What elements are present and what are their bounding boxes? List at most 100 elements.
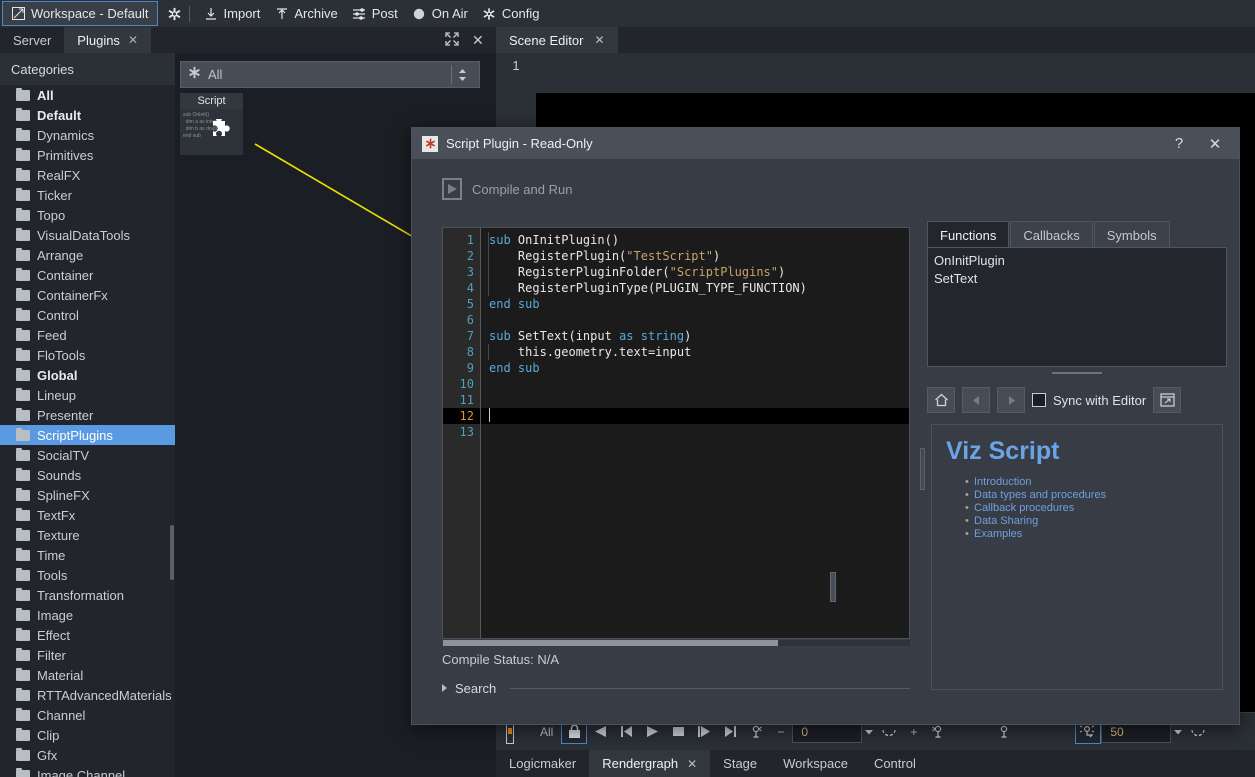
category-item-ticker[interactable]: Ticker (0, 185, 175, 205)
gear-asterisk-icon[interactable] (167, 6, 182, 21)
code-line-2[interactable]: RegisterPlugin("TestScript") (481, 248, 909, 264)
minus-button[interactable]: − (769, 725, 792, 739)
category-item-lineup[interactable]: Lineup (0, 385, 175, 405)
home-button[interactable] (927, 387, 955, 413)
code-line-8[interactable]: this.geometry.text=input (481, 344, 909, 360)
compile-and-run-button[interactable]: Compile and Run (442, 178, 572, 200)
inspector-tab-callbacks[interactable]: Callbacks (1010, 221, 1093, 248)
popout-window-icon[interactable] (1153, 387, 1182, 413)
category-item-material[interactable]: Material (0, 665, 175, 685)
bottom-tab-workspace[interactable]: Workspace (770, 750, 861, 777)
sync-with-editor-checkbox[interactable] (1032, 393, 1046, 407)
search-section[interactable]: Search (442, 678, 910, 698)
category-item-visualdatatools[interactable]: VisualDataTools (0, 225, 175, 245)
category-item-clip[interactable]: Clip (0, 725, 175, 745)
category-item-feed[interactable]: Feed (0, 325, 175, 345)
category-item-image[interactable]: Image (0, 605, 175, 625)
bottom-tab-close-icon[interactable]: ✕ (687, 757, 697, 771)
help-links[interactable]: IntroductionData types and proceduresCal… (946, 476, 1208, 541)
tab-scene-editor[interactable]: Scene Editor ✕ (496, 27, 618, 53)
tab-plugins-close-icon[interactable]: ✕ (128, 33, 138, 47)
category-item-channel[interactable]: Channel (0, 705, 175, 725)
categories-list[interactable]: All Default Dynamics Primitives RealFX Ticker… (0, 85, 175, 777)
category-item-image-channel[interactable]: Image Channel (0, 765, 175, 777)
dialog-help-button[interactable]: ? (1165, 135, 1193, 152)
bottom-all-label[interactable]: All (532, 725, 561, 739)
field-2-dropdown-icon[interactable] (1171, 729, 1185, 735)
expand-icon[interactable] (445, 31, 459, 49)
code-line-11[interactable] (481, 392, 909, 408)
code-line-7[interactable]: sub SetText(input as string) (481, 328, 909, 344)
category-item-sounds[interactable]: Sounds (0, 465, 175, 485)
category-item-textfx[interactable]: TextFx (0, 505, 175, 525)
code-line-9[interactable]: end sub (481, 360, 909, 376)
code-line-5[interactable]: end sub (481, 296, 909, 312)
toolbar-item-on-air[interactable]: On Air (405, 0, 475, 27)
function-list-item[interactable]: OnInitPlugin (934, 252, 1220, 270)
help-link[interactable]: Examples (965, 528, 1208, 541)
field-1-dropdown-icon[interactable] (862, 729, 876, 735)
spinner-arrows-icon[interactable] (451, 65, 473, 84)
tab-plugins[interactable]: Plugins ✕ (64, 27, 151, 53)
close-icon[interactable]: ✕ (472, 32, 484, 49)
category-item-arrange[interactable]: Arrange (0, 245, 175, 265)
help-link[interactable]: Introduction (965, 476, 1208, 489)
category-item-default[interactable]: Default (0, 105, 175, 125)
function-list-item[interactable]: SetText (934, 270, 1220, 288)
category-item-dynamics[interactable]: Dynamics (0, 125, 175, 145)
toolbar-item-import[interactable]: Import (197, 0, 268, 27)
code-line-6[interactable] (481, 312, 909, 328)
category-item-effect[interactable]: Effect (0, 625, 175, 645)
category-item-realfx[interactable]: RealFX (0, 165, 175, 185)
category-item-scriptplugins[interactable]: ScriptPlugins (0, 425, 175, 445)
help-link[interactable]: Callback procedures (965, 502, 1208, 515)
dialog-titlebar[interactable]: Script Plugin - Read-Only ? ✕ (412, 128, 1239, 159)
editor-splitter-handle[interactable] (920, 448, 925, 490)
category-item-global[interactable]: Global (0, 365, 175, 385)
code-horizontal-scrollbar[interactable] (443, 640, 910, 646)
inspector-resize-handle[interactable] (1052, 372, 1102, 374)
toolbar-item-post[interactable]: Post (345, 0, 405, 27)
functions-list[interactable]: OnInitPlugin SetText (927, 247, 1227, 367)
bottom-tab-rendergraph[interactable]: Rendergraph ✕ (589, 750, 711, 777)
code-line-1[interactable]: sub OnInitPlugin() (481, 232, 909, 248)
category-item-primitives[interactable]: Primitives (0, 145, 175, 165)
code-area[interactable]: sub OnInitPlugin() RegisterPlugin("TestS… (481, 228, 909, 638)
category-item-transformation[interactable]: Transformation (0, 585, 175, 605)
bottom-tab-logicmaker[interactable]: Logicmaker (496, 750, 589, 777)
inspector-tab-symbols[interactable]: Symbols (1093, 221, 1170, 248)
category-item-time[interactable]: Time (0, 545, 175, 565)
category-item-filter[interactable]: Filter (0, 645, 175, 665)
bottom-tab-control[interactable]: Control (861, 750, 929, 777)
category-item-tools[interactable]: Tools (0, 565, 175, 585)
category-item-container[interactable]: Container (0, 265, 175, 285)
category-item-topo[interactable]: Topo (0, 205, 175, 225)
plugin-filter-combo[interactable]: All (180, 61, 480, 88)
code-line-4[interactable]: RegisterPluginType(PLUGIN_TYPE_FUNCTION) (481, 280, 909, 296)
category-item-containerfx[interactable]: ContainerFx (0, 285, 175, 305)
category-item-flotools[interactable]: FloTools (0, 345, 175, 365)
category-item-splinefx[interactable]: SplineFX (0, 485, 175, 505)
category-item-all[interactable]: All (0, 85, 175, 105)
categories-scrollbar-thumb[interactable] (170, 525, 174, 580)
code-editor[interactable]: 1 2 3 4 5 6 7 8 9 10 11 12 13 sub OnInitPlugin() Reg… (442, 227, 910, 639)
category-item-rttadvancedmaterials[interactable]: RTTAdvancedMaterials (0, 685, 175, 705)
category-item-presenter[interactable]: Presenter (0, 405, 175, 425)
toolbar-item-config[interactable]: Config (475, 0, 547, 27)
category-item-texture[interactable]: Texture (0, 525, 175, 545)
help-link[interactable]: Data types and procedures (965, 489, 1208, 502)
tab-scene-editor-close-icon[interactable]: ✕ (594, 33, 604, 47)
bottom-tab-stage[interactable]: Stage (710, 750, 770, 777)
toolbar-item-archive[interactable]: Archive (267, 0, 344, 27)
code-line-10[interactable] (481, 376, 909, 392)
workspace-tab[interactable]: Workspace - Default (2, 1, 158, 26)
back-button[interactable] (962, 387, 990, 413)
forward-button[interactable] (997, 387, 1025, 413)
dialog-close-button[interactable]: ✕ (1201, 135, 1229, 153)
inspector-tab-functions[interactable]: Functions (927, 221, 1010, 248)
category-item-socialtv[interactable]: SocialTV (0, 445, 175, 465)
code-line-12[interactable] (481, 408, 909, 424)
category-item-gfx[interactable]: Gfx (0, 745, 175, 765)
plugin-tile-script[interactable]: Script sub OnInit() dim a as integer dim… (180, 93, 243, 155)
code-line-13[interactable] (481, 424, 909, 440)
